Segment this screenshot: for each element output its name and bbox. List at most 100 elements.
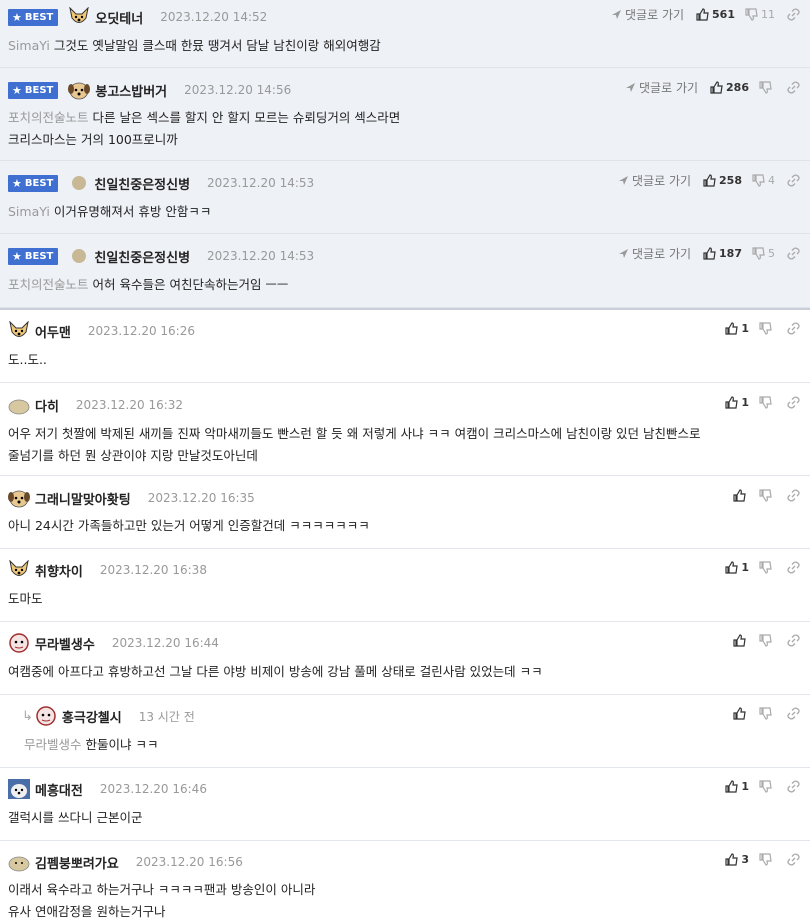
comment-text: 다른 날은 섹스를 할지 안 할지 모르는 슈뢰딩거의 섹스라면 [92, 110, 401, 125]
thumbs-up-icon [703, 246, 716, 260]
comment-body: SimaYi 이거유명해져서 휴방 안함ㅋㅋ [8, 201, 798, 223]
downvote-button[interactable] [759, 321, 775, 335]
dog-avatar-icon[interactable] [8, 560, 30, 580]
default-avatar-icon[interactable] [72, 176, 87, 190]
puppy-avatar-icon[interactable] [8, 488, 30, 508]
downvote-button[interactable] [759, 395, 775, 409]
dog-avatar-icon[interactable] [68, 7, 90, 27]
comment-actions [733, 630, 810, 650]
comment-actions: 1 [725, 557, 810, 577]
comment-body: SimaYi 그것도 옛날말임 클스때 한뮸 땡겨서 담날 남친이랑 해외여행감 [8, 35, 798, 57]
downvote-button[interactable]: 5 [752, 247, 775, 260]
comment-time: 2023.12.20 14:53 [207, 249, 315, 263]
comment-author[interactable]: 친일친중은정신병 [94, 174, 190, 193]
link-icon[interactable] [787, 321, 800, 335]
upvote-count: 1 [741, 321, 749, 335]
link-icon[interactable] [787, 706, 800, 720]
goto-comment-link[interactable]: 댓글로 가기 [618, 245, 691, 262]
comment-author[interactable]: 김펨붕뽀려가요 [35, 853, 119, 872]
downvote-button[interactable] [759, 633, 775, 647]
comment-author[interactable]: 무라벨생수 [35, 634, 95, 653]
downvote-button[interactable]: 4 [752, 174, 775, 187]
puppy-avatar-icon[interactable] [68, 80, 91, 100]
link-icon[interactable] [787, 779, 800, 793]
comment-text: 유사 연애감정을 원하는거구나 [8, 904, 166, 919]
comment: 취향차이 2023.12.20 16:38 1 도마도 [0, 549, 810, 622]
thumbs-down-icon [752, 246, 765, 260]
mention-link[interactable]: 포치의전술노트 [8, 110, 89, 125]
downvote-button[interactable] [759, 80, 775, 94]
link-icon[interactable] [787, 246, 800, 260]
comment-author[interactable]: 봉고스밥버거 [95, 81, 167, 100]
mention-link[interactable]: 포치의전술노트 [8, 277, 89, 292]
best-comment: ★ BEST 봉고스밥버거 2023.12.20 14:56 댓글로 가기 286… [0, 68, 810, 161]
downvote-button[interactable] [759, 852, 775, 866]
mention-link[interactable]: SimaYi [8, 38, 50, 53]
comment-author[interactable]: 홍극강첼시 [62, 707, 122, 726]
comment-author[interactable]: 오딧테너 [95, 8, 143, 27]
link-icon[interactable] [787, 488, 800, 502]
downvote-count: 5 [768, 246, 775, 260]
mention-link[interactable]: SimaYi [8, 204, 50, 219]
link-icon[interactable] [787, 173, 800, 187]
thumbs-down-icon [759, 395, 772, 409]
downvote-button[interactable] [759, 706, 775, 720]
upvote-button[interactable]: 1 [725, 322, 749, 335]
comment-body: 이래서 육수라고 하는거구나 ㅋㅋㅋㅋ팬과 방송인이 아니라 유사 연애감정을 … [8, 879, 798, 923]
upvote-button[interactable]: 1 [725, 396, 749, 409]
comment-body: 포치의전술노트 다른 날은 섹스를 할지 안 할지 모르는 슈뢰딩거의 섹스라면 … [8, 107, 798, 151]
upvote-button[interactable]: 1 [725, 780, 749, 793]
upvote-count: 187 [719, 246, 742, 260]
upvote-button[interactable]: 187 [703, 247, 742, 260]
goto-label: 댓글로 가기 [632, 246, 692, 261]
comment-author[interactable]: 어두맨 [35, 322, 71, 341]
character-avatar-icon[interactable] [8, 633, 30, 653]
comment-author[interactable]: 메흥대전 [35, 780, 83, 799]
upvote-button[interactable] [733, 706, 749, 720]
link-icon[interactable] [787, 80, 800, 94]
send-arrow-icon [626, 82, 636, 92]
comment-meta: 그래니말맞아홧팅 2023.12.20 16:35 [8, 488, 255, 508]
downvote-button[interactable]: 11 [745, 8, 775, 21]
star-icon: ★ [12, 176, 22, 190]
link-icon[interactable] [787, 560, 800, 574]
link-icon[interactable] [787, 633, 800, 647]
send-arrow-icon [619, 175, 629, 185]
blob-avatar-icon[interactable] [8, 852, 30, 872]
thumbs-up-icon [703, 173, 716, 187]
goto-comment-link[interactable]: 댓글로 가기 [625, 79, 698, 96]
upvote-button[interactable]: 258 [703, 174, 742, 187]
upvote-button[interactable] [733, 488, 749, 502]
link-icon[interactable] [787, 395, 800, 409]
goto-comment-link[interactable]: 댓글로 가기 [611, 6, 684, 23]
default-avatar-icon[interactable] [72, 249, 87, 263]
upvote-button[interactable]: 1 [725, 561, 749, 574]
comment-actions [733, 703, 810, 723]
upvote-count: 258 [719, 173, 742, 187]
downvote-button[interactable] [759, 488, 775, 502]
comment-meta: ★ BEST 친일친중은정신병 2023.12.20 14:53 [8, 246, 314, 266]
comment-author[interactable]: 그래니말맞아홧팅 [35, 489, 131, 508]
upvote-button[interactable] [733, 633, 749, 647]
bear-avatar-icon[interactable] [8, 779, 30, 799]
comment-author[interactable]: 다히 [35, 396, 59, 415]
comment-time: 2023.12.20 16:35 [147, 491, 255, 505]
character-avatar-icon[interactable] [35, 706, 57, 726]
comment-author[interactable]: 취향차이 [35, 561, 83, 580]
comment-body: 어우 저기 첫짤에 박제된 새끼들 진짜 악마새끼들도 빤스런 할 듯 왜 저렇… [8, 423, 798, 467]
goto-comment-link[interactable]: 댓글로 가기 [618, 172, 691, 189]
upvote-button[interactable]: 286 [710, 81, 749, 94]
comment-actions: 1 [725, 392, 810, 412]
comment-author[interactable]: 친일친중은정신병 [94, 247, 190, 266]
link-icon[interactable] [787, 7, 800, 21]
upvote-button[interactable]: 561 [696, 8, 735, 21]
upvote-button[interactable]: 3 [725, 853, 749, 866]
link-icon[interactable] [787, 852, 800, 866]
blob-avatar-icon[interactable] [8, 395, 30, 415]
mention-link[interactable]: 무라벨생수 [24, 737, 82, 752]
dog-avatar-icon[interactable] [8, 321, 30, 341]
comment-body: 포치의전술노트 어허 육수들은 여친단속하는거임 ㅡㅡ [8, 274, 798, 296]
downvote-button[interactable] [759, 779, 775, 793]
downvote-button[interactable] [759, 560, 775, 574]
comment-time: 2023.12.20 16:44 [111, 636, 219, 650]
